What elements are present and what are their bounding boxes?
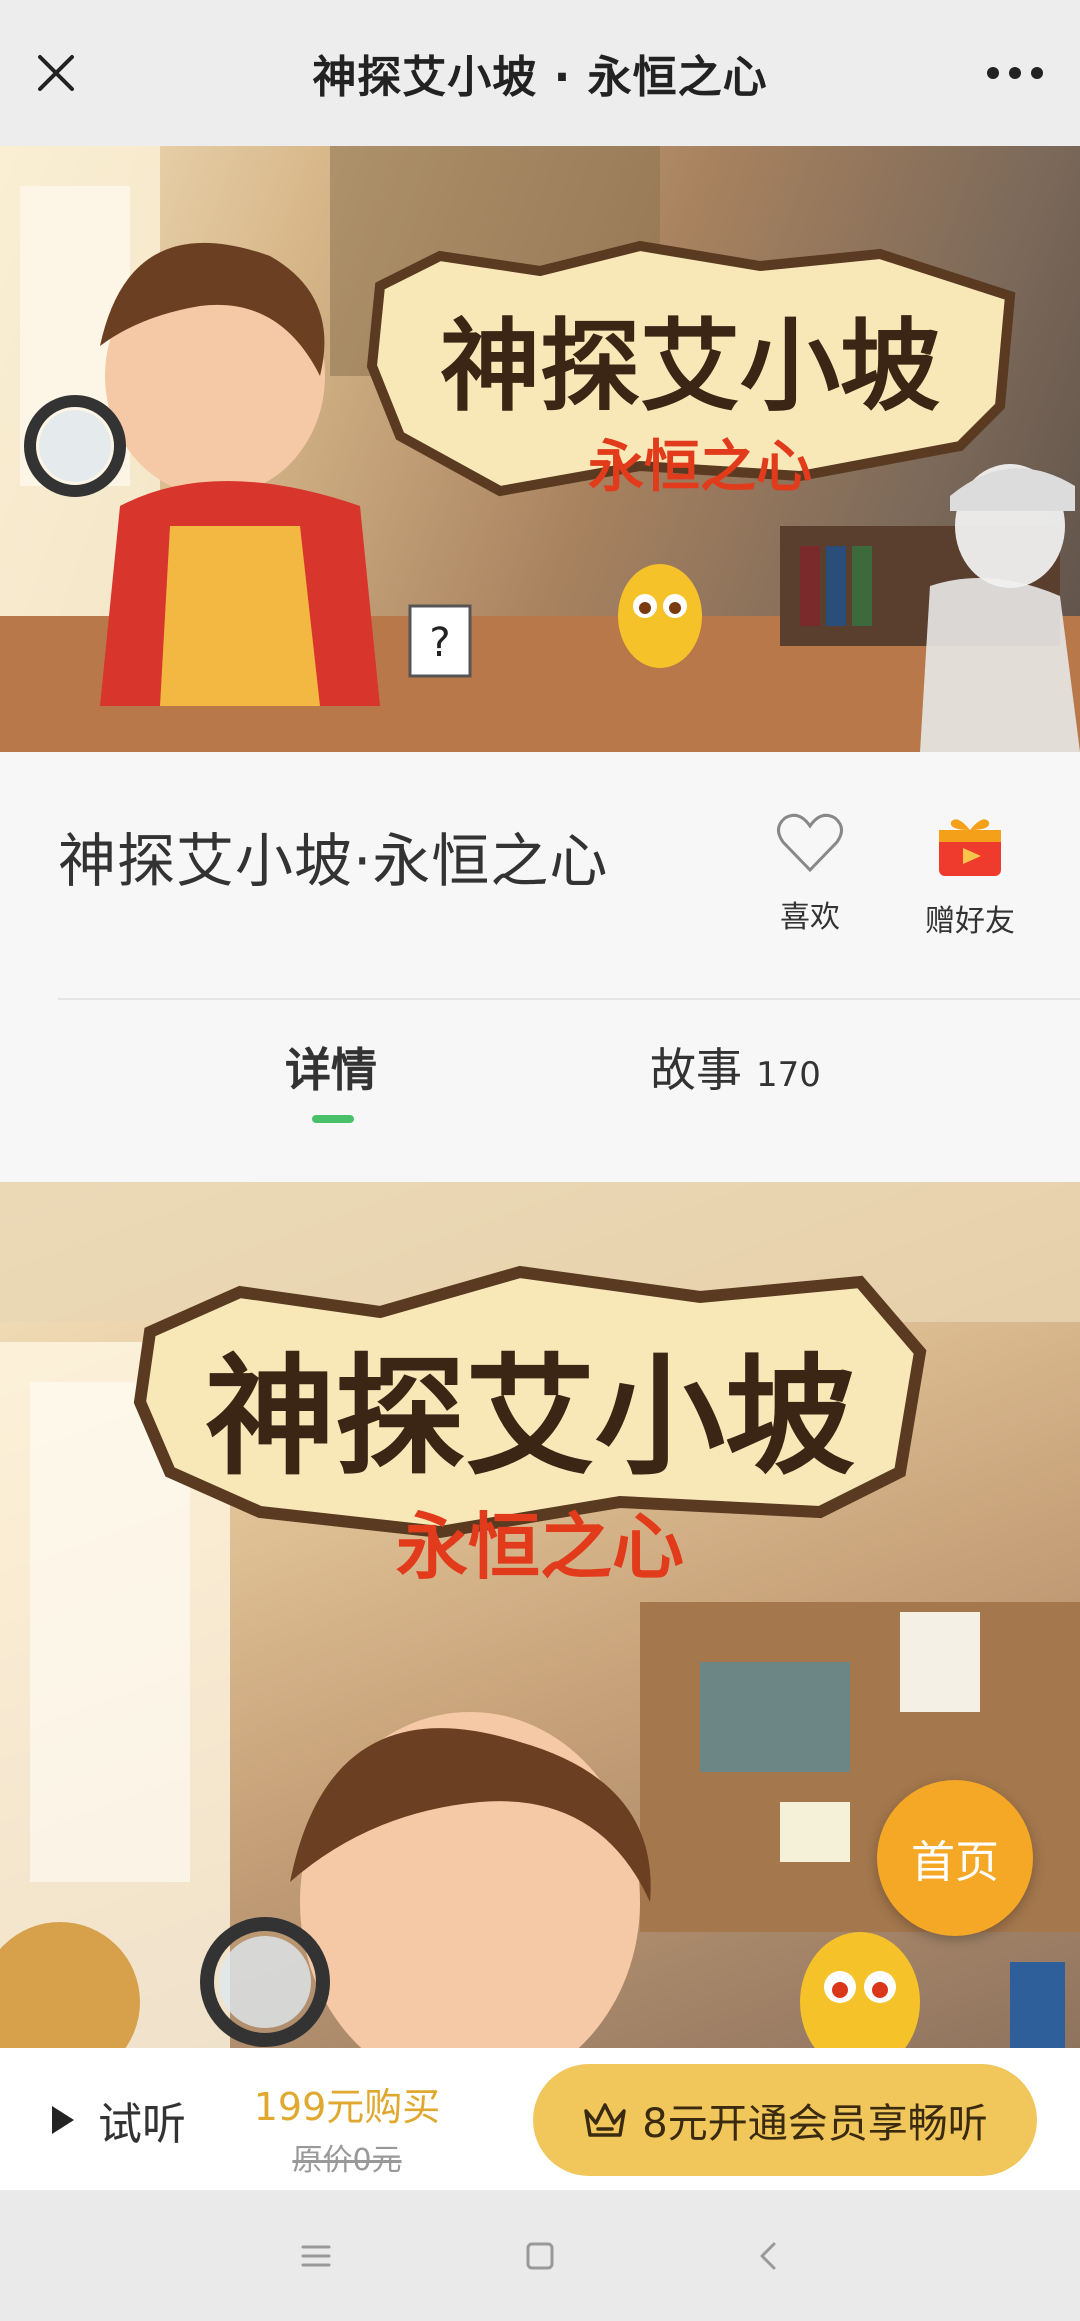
buy-price: 199元购买 [253, 2085, 441, 2129]
close-button[interactable] [28, 45, 84, 101]
story-count: 170 [756, 1055, 821, 1095]
play-icon [52, 2106, 74, 2134]
tab-story-label: 故事 [650, 1043, 742, 1097]
heart-icon [777, 813, 843, 873]
detail-logo-main: 神探艾小坡 [205, 1341, 855, 1493]
gift-icon [939, 819, 1001, 876]
hero-banner: ? 神探艾小坡 永恒之心 [0, 146, 1080, 752]
system-nav-bar [0, 2190, 1080, 2321]
trial-listen-button[interactable]: 试听 [50, 2088, 186, 2152]
hero-illustration: ? 神探艾小坡 永恒之心 [0, 146, 1080, 752]
crown-icon [584, 2103, 627, 2137]
tab-active-indicator [312, 1115, 354, 1123]
menu-icon [301, 2245, 331, 2267]
purchase-bar: 试听 199元购买 原价0元 8元开通会员享畅听 [0, 2048, 1080, 2190]
divider [58, 998, 1080, 1000]
home-nav-button[interactable] [518, 2234, 562, 2278]
back-chevron-icon [760, 2242, 776, 2270]
tab-detail[interactable]: 详情 [285, 1034, 377, 1100]
svg-text:?: ? [429, 620, 450, 666]
like-button[interactable]: 喜欢 [770, 812, 850, 936]
top-app-bar: 神探艾小坡 · 永恒之心 [0, 0, 1080, 146]
menu-nav-button[interactable] [294, 2234, 338, 2278]
buy-button[interactable]: 199元购买 原价0元 [247, 2076, 447, 2179]
home-button[interactable]: 首页 [877, 1780, 1033, 1936]
back-nav-button[interactable] [746, 2234, 790, 2278]
hero-logo-sub: 永恒之心 [588, 435, 812, 500]
like-label: 喜欢 [780, 900, 840, 935]
detail-logo-sub: 永恒之心 [396, 1505, 684, 1589]
hero-logo-main: 神探艾小坡 [440, 308, 940, 425]
trial-label: 试听 [98, 2099, 186, 2150]
album-title: 神探艾小坡·永恒之心 [58, 827, 609, 895]
more-button[interactable] [980, 45, 1050, 101]
tab-story[interactable]: 故事 170 [650, 1034, 821, 1100]
more-icon [987, 67, 1043, 79]
page-title: 神探艾小坡 · 永恒之心 [312, 52, 768, 103]
vip-label: 8元开通会员享畅听 [642, 2101, 988, 2147]
original-price: 原价0元 [292, 2143, 402, 2178]
vip-subscribe-button[interactable]: 8元开通会员享畅听 [533, 2064, 1037, 2176]
info-section: 神探艾小坡·永恒之心 喜欢 赠好友 详情 故事 170 [0, 752, 1080, 1182]
home-label: 首页 [911, 1837, 999, 1888]
close-icon [38, 55, 74, 91]
gift-friend-button[interactable]: 赠好友 [915, 812, 1025, 940]
square-icon [526, 2242, 554, 2270]
gift-label: 赠好友 [925, 904, 1015, 939]
